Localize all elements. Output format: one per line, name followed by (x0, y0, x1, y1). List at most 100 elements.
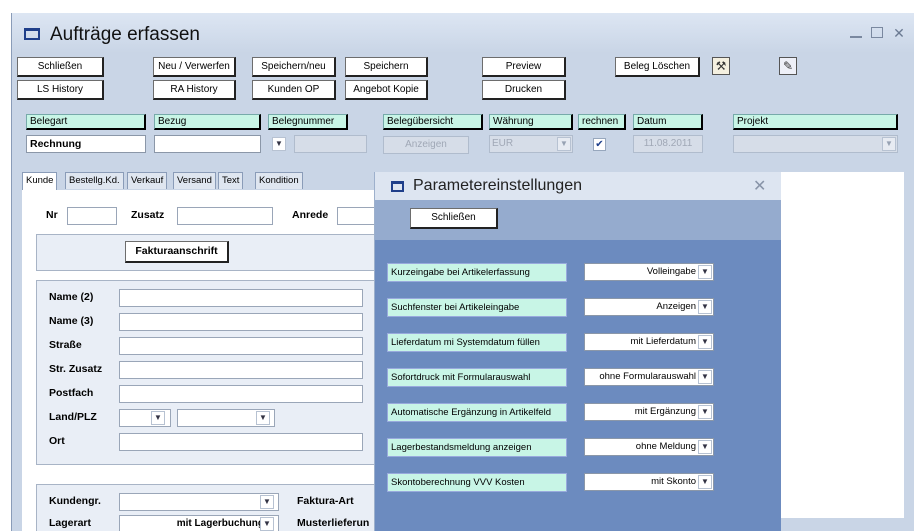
param-select[interactable]: mit Lieferdatum ▼ (584, 333, 714, 351)
chevron-down-icon[interactable]: ▼ (256, 411, 270, 425)
tab-kunde[interactable]: Kunde (22, 172, 58, 190)
label-lagerart: Lagerart (49, 517, 92, 529)
beleg-loeschen-button[interactable]: Beleg Löschen (615, 57, 700, 77)
dialog-schliessen-button[interactable]: Schließen (410, 208, 498, 229)
schliessen-button[interactable]: Schließen (17, 57, 104, 77)
chevron-down-icon[interactable]: ▼ (698, 300, 712, 314)
chevron-down-icon[interactable]: ▼ (698, 440, 712, 454)
close-icon[interactable]: ✕ (753, 176, 766, 196)
desktop-strip (0, 0, 914, 13)
label-name2: Name (2) (49, 291, 94, 303)
param-label: Lagerbestandsmeldung anzeigen (387, 438, 567, 457)
chevron-down-icon[interactable]: ▼ (260, 517, 274, 531)
param-label: Suchfenster bei Artikeleingabe (387, 298, 567, 317)
belegart-select[interactable]: Rechnung (26, 135, 146, 153)
param-select[interactable]: mit Ergänzung ▼ (584, 403, 714, 421)
param-select[interactable]: Anzeigen ▼ (584, 298, 714, 316)
tab-kondition[interactable]: Kondition (255, 172, 303, 189)
param-label: Lieferdatum mi Systemdatum füllen (387, 333, 567, 352)
label-waehrung: Währung (489, 114, 573, 130)
param-select[interactable]: ohne Formularauswahl ▼ (584, 368, 714, 386)
tab-text[interactable]: Text (218, 172, 244, 189)
tab-versand[interactable]: Versand (173, 172, 216, 189)
chevron-down-icon[interactable]: ▼ (698, 475, 712, 489)
dialog-title: Parametereinstellungen (413, 177, 582, 194)
label-beleguebersicht: Belegübersicht (383, 114, 483, 130)
label-zusatz: Zusatz (131, 209, 165, 221)
label-postfach: Postfach (49, 387, 94, 399)
neu-verwerfen-button[interactable]: Neu / Verwerfen (153, 57, 236, 77)
delete-document-icon[interactable]: ✎ (779, 57, 797, 75)
label-name3: Name (3) (49, 315, 94, 327)
str-zusatz-input[interactable] (119, 361, 363, 379)
fakturaanschrift-button[interactable]: Fakturaanschrift (125, 241, 229, 263)
label-kundengr: Kundengr. (49, 495, 101, 507)
tools-icon[interactable]: ⚒ (712, 57, 730, 75)
ort-input[interactable] (119, 433, 363, 451)
chevron-down-icon[interactable]: ▼ (151, 411, 165, 425)
empty-area (781, 172, 904, 518)
label-belegnummer: Belegnummer (268, 114, 348, 130)
dialog-toolbar: Schließen (375, 200, 781, 240)
name2-input[interactable] (119, 289, 363, 307)
lagerart-select[interactable]: mit Lagerbuchung (119, 515, 279, 531)
kundengr-select[interactable] (119, 493, 279, 511)
ls-history-button[interactable]: LS History (17, 80, 104, 100)
chevron-down-icon[interactable]: ▼ (272, 137, 286, 151)
chevron-down-icon[interactable]: ▼ (698, 265, 712, 279)
faktura-section: Fakturaanschrift (36, 234, 382, 271)
angebot-kopie-button[interactable]: Angebot Kopie (345, 80, 428, 100)
chevron-down-icon[interactable]: ▼ (698, 405, 712, 419)
preview-button[interactable]: Preview (482, 57, 566, 77)
ra-history-button[interactable]: RA History (153, 80, 236, 100)
dialog-window-icon (391, 181, 404, 192)
dialog-title-bar: Parametereinstellungen ✕ (375, 172, 781, 200)
projekt-select (733, 135, 898, 153)
label-datum: Datum (633, 114, 703, 130)
window-icon (24, 28, 40, 40)
postfach-input[interactable] (119, 385, 363, 403)
datum-field: 11.08.2011 (633, 135, 703, 153)
chevron-down-icon[interactable]: ▼ (260, 495, 274, 509)
tab-bestellg-kd[interactable]: Bestellg.Kd. (65, 172, 124, 189)
param-select[interactable]: mit Skonto ▼ (584, 473, 714, 491)
label-belegart: Belegart (26, 114, 146, 130)
minimize-icon[interactable] (849, 26, 863, 40)
rechnen-checkbox[interactable]: ✔ (593, 138, 606, 151)
param-label: Kurzeingabe bei Artikelerfassung (387, 263, 567, 282)
label-anrede: Anrede (292, 209, 329, 221)
dialog-body: Kurzeingabe bei Artikelerfassung Vollein… (375, 240, 781, 531)
label-land-plz: Land/PLZ (49, 411, 97, 423)
maximize-icon[interactable] (870, 26, 884, 40)
param-select[interactable]: Volleingabe ▼ (584, 263, 714, 281)
label-str-zusatz: Str. Zusatz (49, 363, 103, 375)
speichern-button[interactable]: Speichern (345, 57, 428, 77)
label-bezug: Bezug (154, 114, 261, 130)
drucken-button[interactable]: Drucken (482, 80, 566, 100)
strasse-input[interactable] (119, 337, 363, 355)
chevron-down-icon[interactable]: ▼ (698, 370, 712, 384)
param-label: Skontoberechnung VVV Kosten (387, 473, 567, 492)
address-section: Name (2) Name (3) Straße Str. Zusatz Pos… (36, 280, 382, 465)
kunden-section: Kundengr. ▼ Faktura-Art Lagerart mit Lag… (36, 484, 382, 531)
label-projekt: Projekt (733, 114, 898, 130)
title-bar: Aufträge erfassen ✕ (12, 13, 914, 53)
parameter-dialog: Parametereinstellungen ✕ Schließen Kurze… (374, 172, 781, 531)
close-icon[interactable]: ✕ (892, 26, 906, 40)
bezug-select[interactable] (154, 135, 261, 153)
label-nr: Nr (46, 209, 58, 221)
label-rechnen: rechnen (578, 114, 626, 130)
tab-verkauf[interactable]: Verkauf (127, 172, 168, 189)
anzeigen-button[interactable]: Anzeigen (383, 136, 469, 154)
label-musterlieferung: Musterlieferun (297, 517, 370, 529)
param-label: Sofortdruck mit Formularauswahl (387, 368, 567, 387)
chevron-down-icon: ▼ (882, 137, 896, 151)
nr-input[interactable] (67, 207, 117, 225)
param-select[interactable]: ohne Meldung ▼ (584, 438, 714, 456)
zusatz-input[interactable] (177, 207, 273, 225)
speichern-neu-button[interactable]: Speichern/neu (252, 57, 336, 77)
window-title: Aufträge erfassen (50, 24, 200, 45)
chevron-down-icon[interactable]: ▼ (698, 335, 712, 349)
kunden-op-button[interactable]: Kunden OP (252, 80, 336, 100)
name3-input[interactable] (119, 313, 363, 331)
